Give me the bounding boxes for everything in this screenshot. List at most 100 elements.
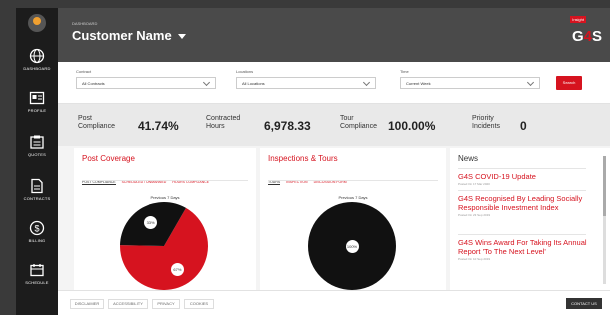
kpi-label-line: Compliance [78,123,115,130]
pie-slice-label: 100% [345,239,359,253]
kpi-value-post-compliance: 41.74% [138,119,179,133]
kpi-label-post-compliance: Post Compliance [78,115,115,131]
time-filter-label: Time [400,69,409,74]
clipboard-icon [30,135,44,149]
logo-digit-4: 4 [583,28,592,45]
kpi-label-line: Contracted [206,115,241,122]
post-coverage-tabs: Post Compliance Scheduled / Unmanned Hours… [82,170,215,188]
sidebar-item-label: Schedule [25,280,49,285]
app-screen: Dashboard Profile Quotes Contracts $ Bil… [16,8,610,315]
document-icon [31,178,43,194]
top-header: Dashboard Customer Name Insight G4S [58,8,610,62]
sidebar-item-label: Contracts [23,196,51,201]
chevron-down-icon [177,34,186,40]
kpi-value-priority-incidents: 0 [520,119,527,133]
news-title: News [458,154,479,163]
kpi-label-line: Tour [340,115,354,122]
divider [458,168,586,169]
pie-svg [120,202,208,290]
sidebar-item-label: Quotes [27,152,47,157]
sidebar-item-schedule[interactable]: Schedule [16,262,58,296]
logo-tag: Insight [570,16,586,23]
brand-logo: Insight G4S [564,16,602,50]
kpi-value-tour-compliance: 100.00% [388,119,436,133]
kpi-label-line: Hours [206,123,225,130]
news-item[interactable]: G4S Recognised By Leading Socially Respo… [458,194,588,217]
chevron-down-icon [362,78,371,87]
page-title: Customer Name [72,28,172,43]
card-title: Inspections & Tours [268,154,338,163]
news-item[interactable]: G4S COVID-19 Update Posted On 17 Mar 202… [458,172,588,186]
inspections-card: Inspections & Tours Tours Inspection Discu… [260,148,446,290]
contact-us-button[interactable]: Contact Us [566,298,602,309]
chevron-down-icon [202,78,211,87]
post-coverage-pie: 67% 33% [120,202,208,290]
customer-selector[interactable]: Customer Name [72,28,186,43]
kpi-label-line: Incidents [472,123,501,130]
logo-letter-g: G [571,28,584,45]
sidebar-item-dashboard[interactable]: Dashboard [16,48,58,82]
contract-filter-label: Contract [76,69,92,74]
kpi-label-contracted-hours: Contracted Hours [206,115,240,131]
chart-period: Previous 7 Days [338,195,368,200]
footer-link-privacy[interactable]: Privacy [152,299,180,309]
sidebar-item-billing[interactable]: $ Billing [16,220,58,254]
divider [268,180,438,181]
divider [458,234,586,235]
chart-period: Previous 7 Days [150,195,180,200]
sidebar: Dashboard Profile Quotes Contracts $ Bil… [16,8,58,315]
filter-bar: Contract All Contracts Locations All Loc… [58,62,610,104]
sidebar-item-label: Billing [28,238,46,243]
news-headline[interactable]: G4S COVID-19 Update [458,172,588,181]
kpi-label-line: Priority [472,115,494,122]
locations-select-value: All Locations [242,81,265,86]
footer: Disclaimer Accessibility Privacy Cookies… [58,290,610,315]
sidebar-item-quotes[interactable]: Quotes [16,134,58,168]
news-card: News G4S COVID-19 Update Posted On 17 Ma… [450,148,610,290]
divider [82,180,248,181]
globe-icon [29,48,45,64]
svg-text:$: $ [34,224,39,234]
inspections-pie: 100% [308,202,396,290]
news-headline[interactable]: G4S Recognised By Leading Socially Respo… [458,194,588,212]
news-item[interactable]: G4S Wins Award For Taking Its Annual Rep… [458,238,588,261]
footer-link-accessibility[interactable]: Accessibility [108,299,148,309]
kpi-label-line: Post [78,115,93,122]
kpi-label-tour-compliance: Tour Compliance [340,115,377,131]
kpi-value-contracted-hours: 6,978.33 [264,119,311,133]
logo-letter-s: S [591,28,602,45]
news-date: Posted On 17 Mar 2020 [458,182,490,186]
contract-select-value: All Contracts [82,81,105,86]
news-headline[interactable]: G4S Wins Award For Taking Its Annual Rep… [458,238,588,256]
time-select-value: Current Week [406,81,431,86]
kpi-label-line: Compliance [340,123,377,130]
footer-link-disclaimer[interactable]: Disclaimer [70,299,104,309]
news-date: Posted On 23 Sep 2019 [458,213,491,217]
profile-card-icon [29,91,45,105]
sidebar-item-profile[interactable]: Profile [16,90,58,124]
dollar-icon: $ [29,220,45,236]
news-scrollbar[interactable] [603,156,606,284]
post-coverage-card: Post Coverage Post Compliance Scheduled /… [74,148,256,290]
card-title: Post Coverage [82,154,135,163]
pie-slice-label: 33% [144,215,158,229]
kpi-strip: Post Compliance 41.74% Contracted Hours 6,… [58,104,610,146]
sidebar-item-label: Profile [27,108,47,113]
contract-select[interactable]: All Contracts [76,77,216,89]
calendar-icon [30,264,44,277]
search-button[interactable]: Search [556,76,582,90]
scrollbar-thumb[interactable] [603,156,606,216]
time-select[interactable]: Current Week [400,77,540,89]
locations-filter-label: Locations [236,69,254,74]
breadcrumb: Dashboard [72,21,98,26]
inspections-tabs: Tours Inspection Discussion Form [268,170,353,188]
kpi-label-priority-incidents: Priority Incidents [472,115,500,131]
news-date: Posted On 10 Sep 2019 [458,257,491,261]
divider [458,190,586,191]
locations-select[interactable]: All Locations [236,77,376,89]
footer-link-cookies[interactable]: Cookies [184,299,214,309]
chevron-down-icon [526,78,535,87]
g4s-logo: G4S [572,28,602,45]
sidebar-item-contracts[interactable]: Contracts [16,178,58,212]
sidebar-item-label: Dashboard [23,66,51,71]
